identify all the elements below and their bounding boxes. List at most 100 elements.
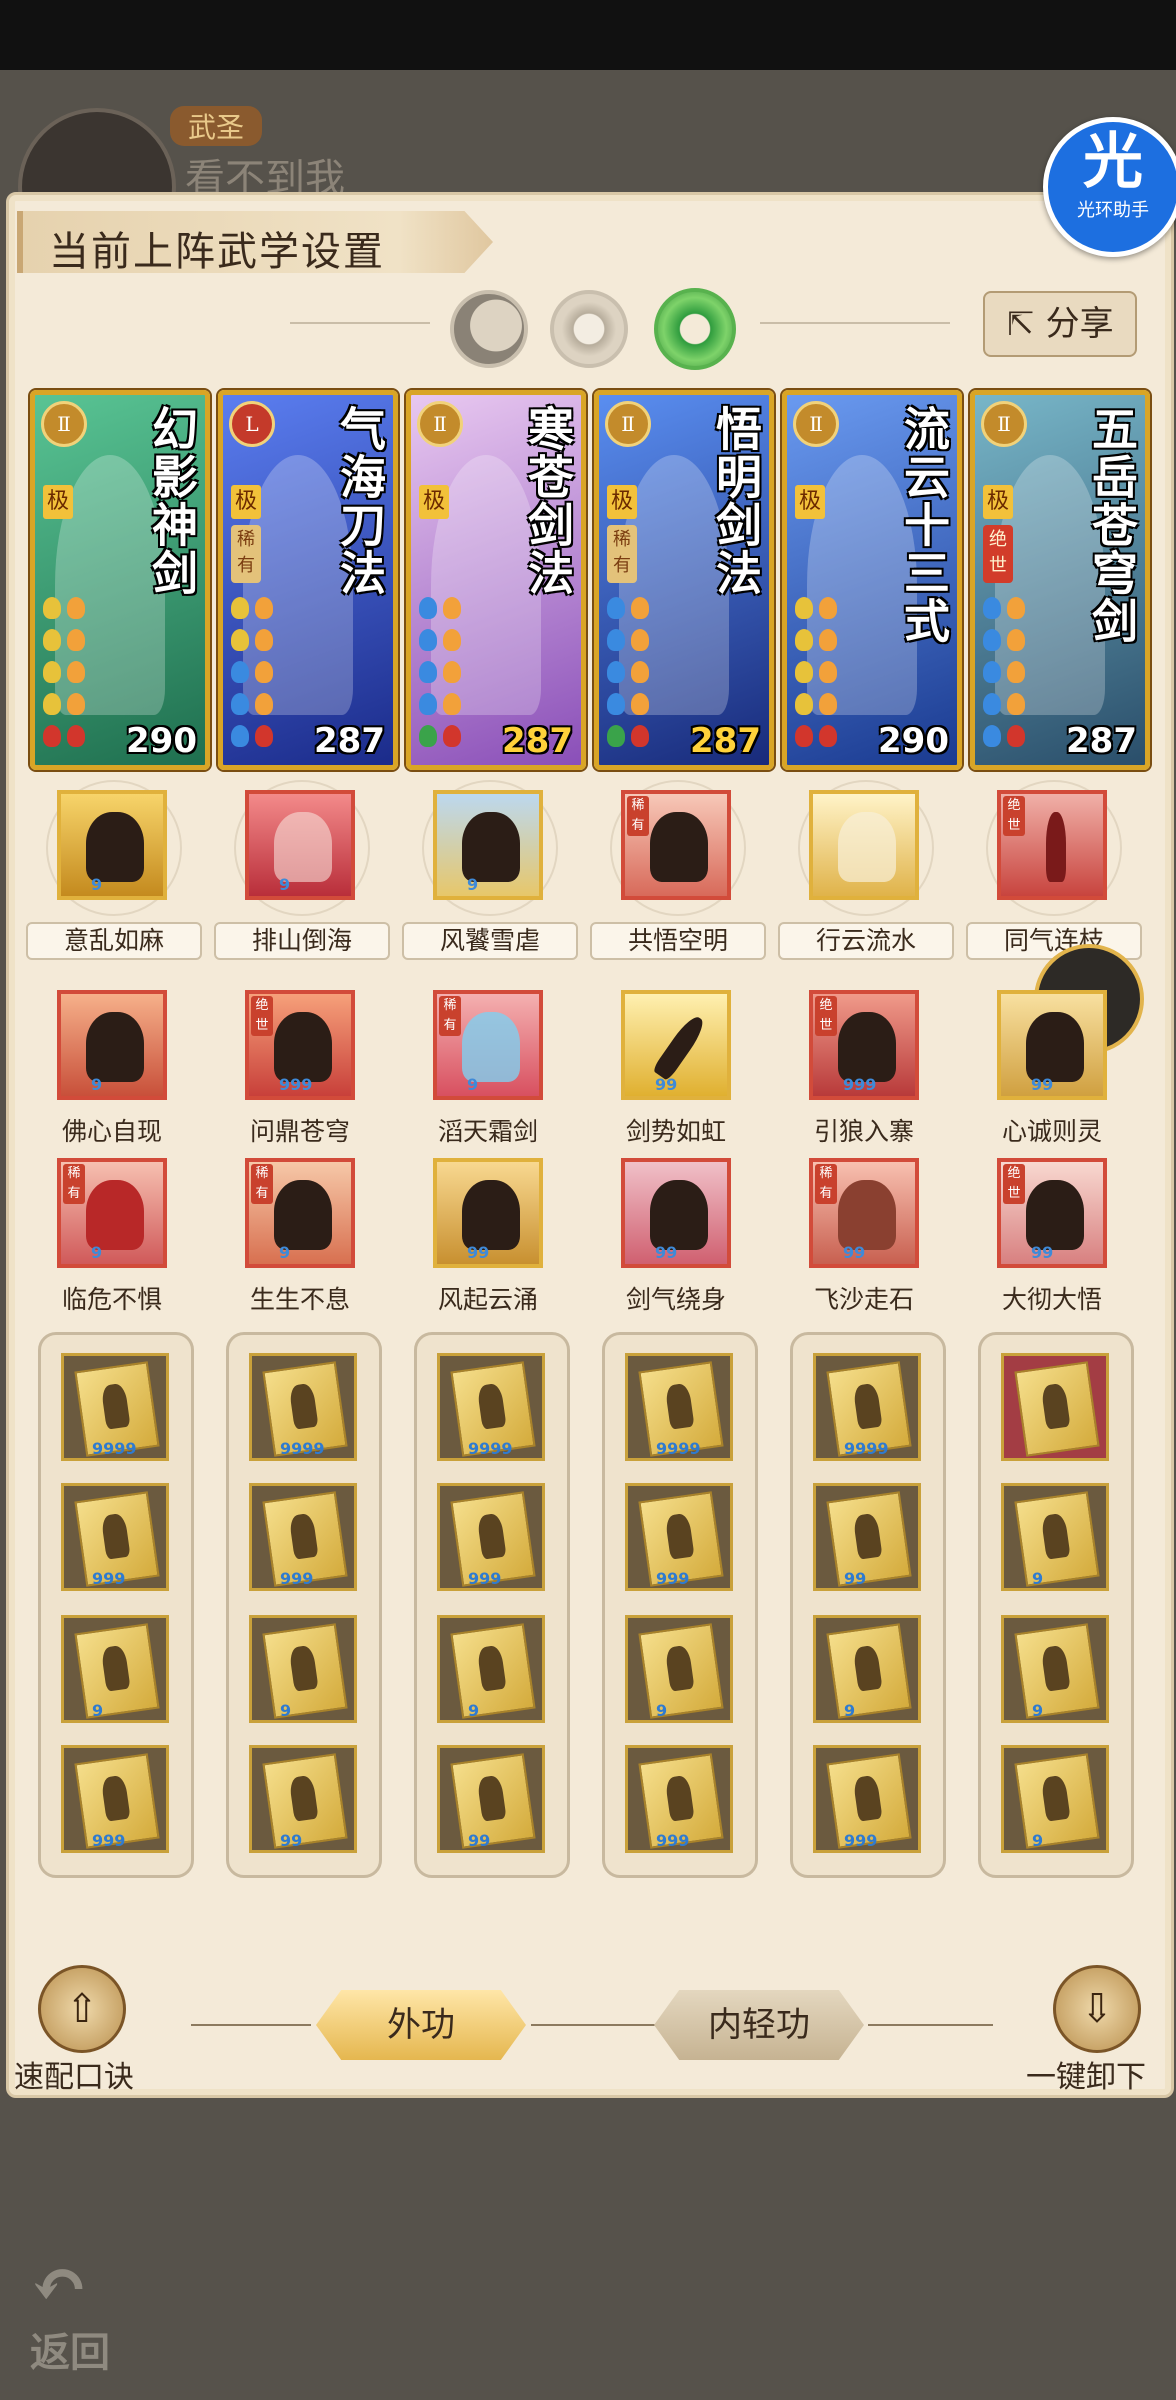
technique-slot[interactable]: 9999	[437, 1353, 545, 1461]
grade-badge: 极	[607, 485, 637, 519]
technique-slot[interactable]: 999	[61, 1745, 169, 1853]
technique-column: 9999 999 9 999	[602, 1332, 758, 1878]
rarity-badge: 稀有	[607, 525, 637, 583]
technique-slot[interactable]: 999	[813, 1745, 921, 1853]
share-icon: ⇱	[1006, 304, 1035, 344]
card-title: 气海刀法	[333, 405, 387, 597]
technique-slot[interactable]: 999	[61, 1483, 169, 1591]
quick-match-upload-icon[interactable]: ⇧	[38, 1965, 126, 2053]
technique-slot[interactable]: 9	[437, 1615, 545, 1723]
skill-icon[interactable]: 9	[245, 790, 355, 900]
skill-icon[interactable]: 9	[57, 790, 167, 900]
martial-card[interactable]: Ⅱ 极 幻影神剑 290	[30, 390, 210, 770]
technique-slot[interactable]: 999	[437, 1483, 545, 1591]
rarity-tag: 稀有	[251, 1164, 273, 1204]
halo-badge-glyph: 光	[1083, 127, 1143, 197]
technique-slot[interactable]: 999	[625, 1483, 733, 1591]
gem-icon	[795, 693, 813, 715]
technique-slot[interactable]: 9999	[625, 1353, 733, 1461]
unload-all-label: 一键卸下	[1026, 2060, 1146, 2095]
technique-slot[interactable]: 9	[813, 1615, 921, 1723]
skill-icon[interactable]: 99	[433, 1158, 543, 1268]
skill-icon[interactable]: 99	[997, 990, 1107, 1100]
martial-card[interactable]: Ⅱ 极 流云十三式 290	[782, 390, 962, 770]
gem-icon	[1007, 661, 1025, 683]
drop-icon: 999	[279, 1075, 313, 1094]
panel-title: 当前上阵武学设置	[49, 229, 385, 275]
drop-icon: 999	[843, 1075, 877, 1094]
back-button[interactable]: ↶ 返回	[30, 2243, 150, 2377]
gem-icon	[631, 629, 649, 651]
card-power: 290	[878, 721, 949, 761]
technique-slot[interactable]	[1001, 1353, 1109, 1461]
gem-icon	[631, 693, 649, 715]
skill-silhouette-icon	[462, 812, 520, 882]
technique-slot[interactable]: 9999	[249, 1353, 357, 1461]
skill-icon[interactable]: 绝世 99	[997, 1158, 1107, 1268]
martial-card[interactable]: Ⅱ 极 绝世 五岳苍穹剑 287	[970, 390, 1150, 770]
martial-card[interactable]: Ⅱ 极 稀有 悟明剑法 287	[594, 390, 774, 770]
martial-card[interactable]: L 极 稀有 气海刀法 287	[218, 390, 398, 770]
tab-inner-skills[interactable]: 内轻功	[654, 1990, 864, 2060]
skill-icon[interactable]: 绝世	[997, 790, 1107, 900]
gem-icon	[819, 629, 837, 651]
skill-label: 共悟空明	[590, 922, 766, 960]
technique-slot[interactable]: 99	[249, 1745, 357, 1853]
skill-icon[interactable]: 绝世 999	[245, 990, 355, 1100]
skill-silhouette-icon	[274, 1180, 332, 1250]
skill-icon[interactable]: 稀有 99	[809, 1158, 919, 1268]
technique-slot[interactable]: 9	[1001, 1745, 1109, 1853]
drop-icon: 9	[1032, 1569, 1044, 1588]
drop-icon: 999	[92, 1569, 126, 1588]
gem-icon	[607, 597, 625, 619]
player-rank-badge: 武圣	[170, 106, 263, 146]
skill-icon[interactable]: 9	[433, 790, 543, 900]
skill-icon[interactable]: 99	[621, 1158, 731, 1268]
halo-assistant-badge[interactable]: 光 光环助手	[1043, 117, 1176, 257]
skill-icon[interactable]: 稀有 9	[433, 990, 543, 1100]
skill-icon[interactable]: 99	[621, 990, 731, 1100]
scroll-icon	[826, 1491, 912, 1587]
drop-icon: 9	[91, 1075, 103, 1094]
drop-icon: 99	[1031, 1075, 1054, 1094]
skill-icon[interactable]: 稀有 9	[245, 1158, 355, 1268]
skill-icon[interactable]: 绝世 999	[809, 990, 919, 1100]
skill-icon[interactable]	[809, 790, 919, 900]
preset-moon-icon[interactable]	[450, 290, 528, 368]
skill-icon[interactable]: 稀有	[621, 790, 731, 900]
technique-slot[interactable]: 9	[625, 1615, 733, 1723]
scroll-icon	[450, 1623, 536, 1719]
gem-icon	[419, 693, 437, 715]
card-power: 287	[502, 721, 573, 761]
grade-badge: 极	[795, 485, 825, 519]
divider	[191, 2024, 311, 2026]
drop-icon: 9	[91, 875, 103, 894]
rarity-badge: 稀有	[231, 525, 261, 583]
technique-slot[interactable]: 99	[437, 1745, 545, 1853]
back-arrow-icon: ↶	[30, 2243, 89, 2326]
scroll-icon	[826, 1623, 912, 1719]
unload-all-download-icon[interactable]: ⇩	[1053, 1965, 1141, 2053]
gem-icon	[255, 693, 273, 715]
technique-slot[interactable]: 9999	[61, 1353, 169, 1461]
scroll-icon	[262, 1623, 348, 1719]
preset-jade-icon[interactable]	[654, 288, 736, 370]
technique-slot[interactable]: 9999	[813, 1353, 921, 1461]
technique-slot[interactable]: 99	[813, 1483, 921, 1591]
gem-icon	[67, 661, 85, 683]
rarity-tag: 稀有	[439, 996, 461, 1036]
skill-icon[interactable]: 稀有 9	[57, 1158, 167, 1268]
category-emblem-icon: Ⅱ	[605, 401, 651, 447]
technique-slot[interactable]: 9	[1001, 1615, 1109, 1723]
skill-silhouette-icon	[1026, 1180, 1084, 1250]
technique-slot[interactable]: 9	[249, 1615, 357, 1723]
skill-icon[interactable]: 9	[57, 990, 167, 1100]
technique-slot[interactable]: 9	[1001, 1483, 1109, 1591]
technique-slot[interactable]: 999	[249, 1483, 357, 1591]
preset-sun-icon[interactable]	[550, 290, 628, 368]
share-button[interactable]: ⇱ 分享	[983, 291, 1137, 357]
tab-outer-skills[interactable]: 外功	[316, 1990, 526, 2060]
technique-slot[interactable]: 9	[61, 1615, 169, 1723]
martial-card[interactable]: Ⅱ 极 寒苍剑法 287	[406, 390, 586, 770]
technique-slot[interactable]: 999	[625, 1745, 733, 1853]
